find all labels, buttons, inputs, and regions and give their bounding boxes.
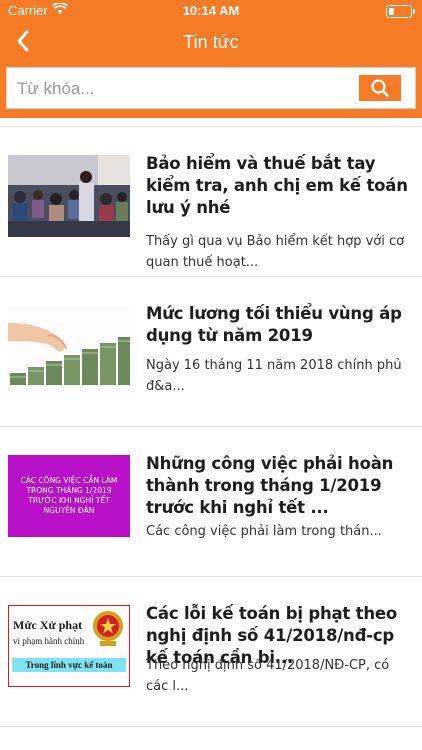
emblem-icon: [93, 611, 123, 646]
news-thumbnail-banner: CÁC CÔNG VIỆC CẦN LÀM TRONG THÁNG 1/2019…: [8, 455, 130, 537]
news-item[interactable]: Mức Xử phạt vi phạm hành chính Trong lĩn…: [0, 577, 422, 727]
news-description: Ngày 16 tháng 11 năm 2018 chính phủ đ&a.…: [146, 358, 402, 394]
news-item[interactable]: CÁC CÔNG VIỆC CẦN LÀM TRONG THÁNG 1/2019…: [0, 427, 422, 577]
app-header: Carrier 10:14 AM Tin tức: [0, 0, 422, 118]
news-title: Những công việc phải hoàn thành trong th…: [146, 454, 394, 517]
status-bar: Carrier 10:14 AM: [0, 0, 422, 22]
news-item[interactable]: Mức lương tối thiểu vùng áp dụng từ năm …: [0, 277, 422, 427]
thumbnail-caption: CÁC CÔNG VIỆC CẦN LÀM TRONG THÁNG 1/2019…: [20, 476, 118, 515]
news-description: Các công việc phải làm trong thán...: [146, 524, 382, 539]
search-bar: [6, 67, 416, 109]
search-input[interactable]: [15, 74, 349, 104]
news-description: Theo nghị định số 41/2018/NĐ-CP, có các …: [146, 658, 390, 694]
news-item[interactable]: Bảo hiểm và thuế bắt tay kiểm tra, anh c…: [0, 127, 422, 277]
news-title: Mức lương tối thiểu vùng áp dụng từ năm …: [146, 304, 402, 345]
news-thumbnail-penalty: Mức Xử phạt vi phạm hành chính Trong lĩn…: [8, 605, 130, 687]
news-title: Bảo hiểm và thuế bắt tay kiểm tra, anh c…: [146, 154, 408, 217]
search-icon: [371, 79, 390, 98]
thumbnail-line-1: Mức Xử phạt: [13, 618, 83, 632]
search-button[interactable]: [359, 75, 401, 101]
news-description: Thấy gì qua vụ Bảo hiểm kết hợp với cơ q…: [146, 234, 405, 270]
page-title: Tin tức: [183, 32, 239, 52]
news-thumbnail-money: [8, 305, 130, 387]
news-thumbnail-meeting: [8, 155, 130, 237]
thumbnail-line-2: vi phạm hành chính: [13, 636, 85, 646]
battery-icon: [386, 5, 415, 18]
clock: 10:14 AM: [182, 3, 240, 18]
thumbnail-line-3: Trong lĩnh vực kế toán: [12, 658, 126, 672]
